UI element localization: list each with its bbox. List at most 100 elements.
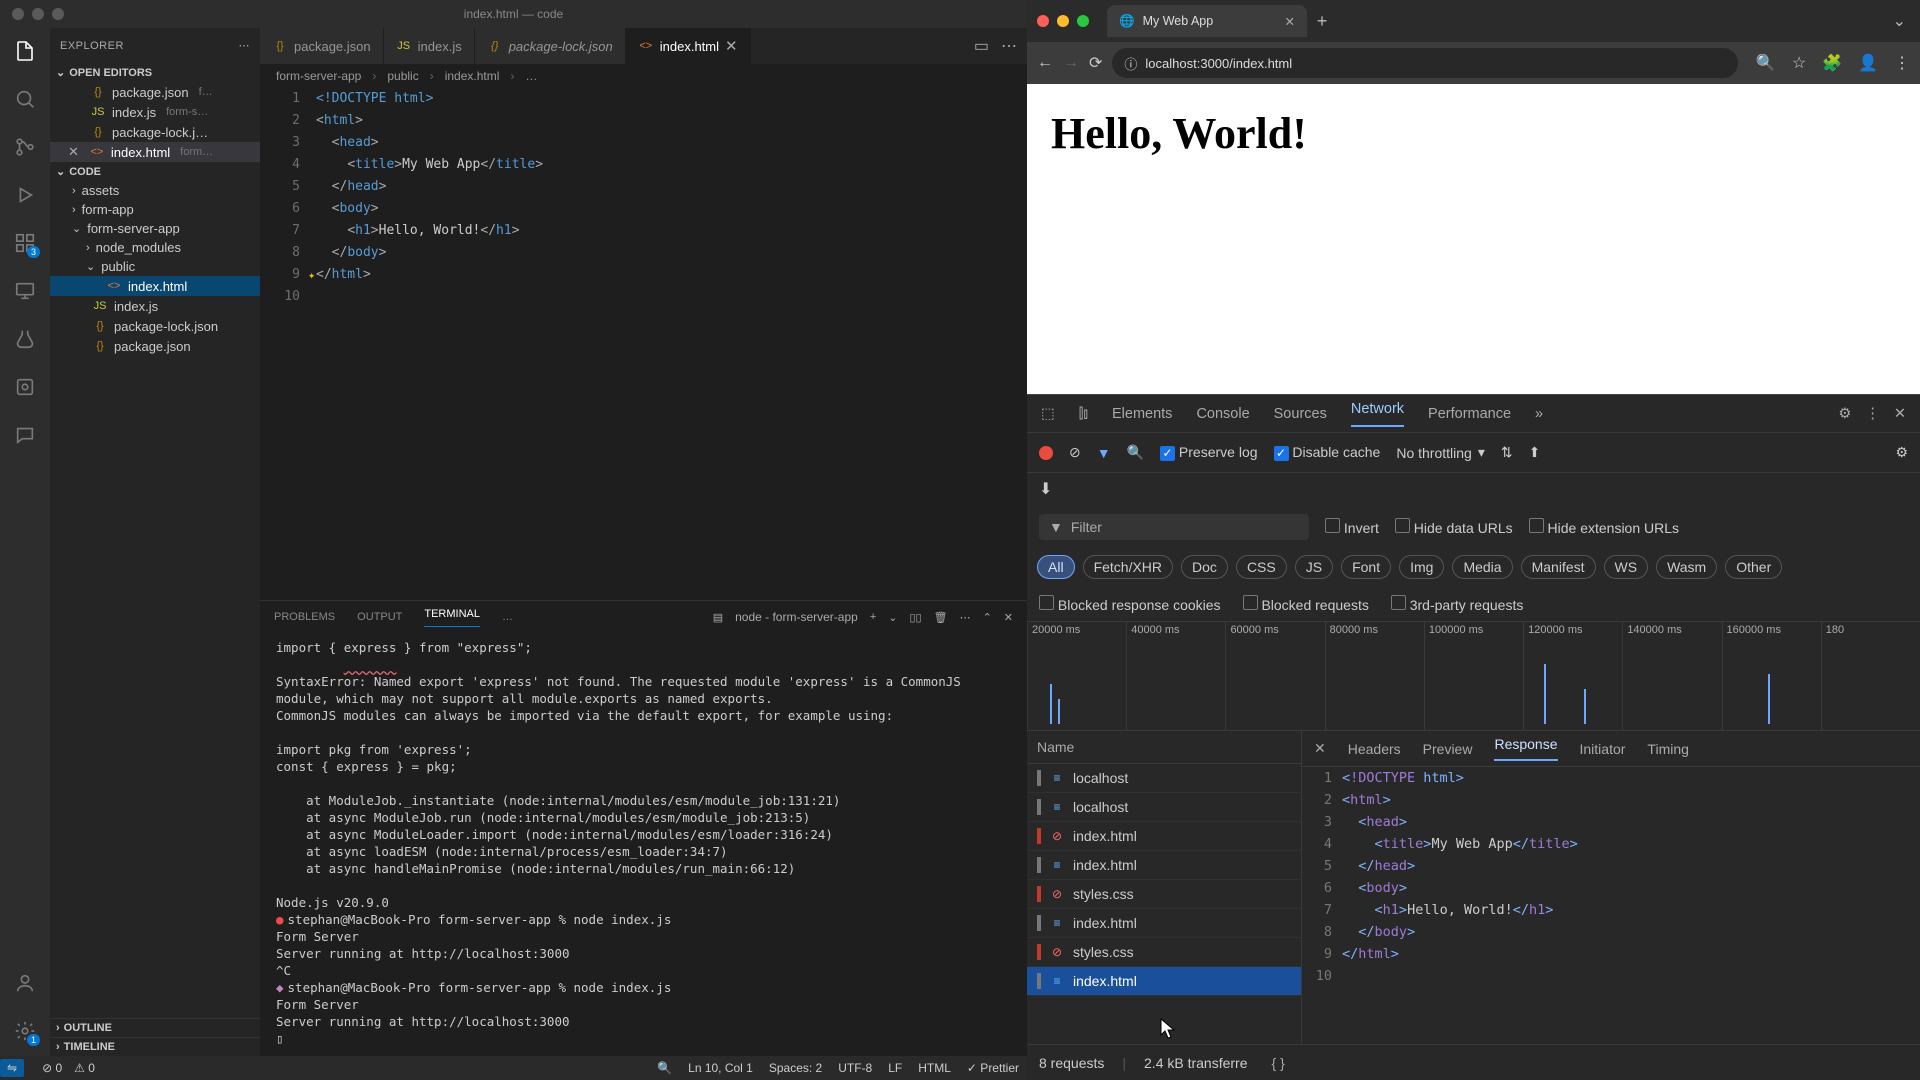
file-item[interactable]: {}package.json [50,336,260,356]
detail-tab-preview[interactable]: Preview [1423,741,1473,757]
filter-pill-fetch/xhr[interactable]: Fetch/XHR [1083,555,1173,579]
record-button[interactable] [1039,446,1053,460]
hide-ext-urls-checkbox[interactable]: Hide extension URLs [1529,518,1679,536]
panel-tab-output[interactable]: OUTPUT [357,611,402,623]
tab-elements[interactable]: Elements [1112,406,1172,422]
workspace-header[interactable]: ⌄CODE [50,162,260,181]
editor-tab[interactable]: {}package.json [260,28,384,64]
folder-item[interactable]: ⌄ public [50,257,260,276]
more-icon[interactable]: ⋯ [239,39,251,52]
split-terminal-icon[interactable]: ▯▯ [909,611,921,624]
close-devtools-icon[interactable]: ✕ [1894,406,1906,422]
network-settings-icon[interactable]: ⚙ [1895,444,1908,461]
search-icon[interactable] [12,86,38,112]
breadcrumb-item[interactable]: index.html [445,69,500,83]
blocked-cookies-checkbox[interactable]: Blocked response cookies [1039,595,1221,613]
open-editor-item[interactable]: {}package.jsonf… [50,82,260,102]
kill-terminal-icon[interactable]: 🗑 [934,611,948,624]
close-detail-icon[interactable]: ✕ [1314,740,1326,757]
request-row[interactable]: ≡localhost [1027,793,1301,822]
forward-button[interactable]: → [1063,54,1079,72]
run-debug-icon[interactable] [12,182,38,208]
request-row[interactable]: ⊘styles.css [1027,880,1301,909]
window-controls[interactable] [1037,15,1089,27]
new-tab-button[interactable]: + [1307,11,1337,32]
breadcrumb-item[interactable]: public [387,69,418,83]
profile-icon[interactable]: 👤 [1858,53,1878,73]
folder-item[interactable]: › assets [50,181,260,200]
settings-icon[interactable]: 1 [12,1018,38,1044]
inspect-icon[interactable]: ⬚ [1041,406,1055,422]
zoom-icon[interactable]: 🔍 [1756,53,1776,73]
request-row[interactable]: ≡index.html [1027,851,1301,880]
search-icon[interactable]: 🔍 [1127,444,1144,461]
split-editor-icon[interactable]: ▭ [974,36,989,56]
filter-pill-ws[interactable]: WS [1604,555,1649,579]
maximize-icon[interactable]: ⌃ [983,611,992,624]
filter-pill-font[interactable]: Font [1341,555,1391,579]
name-column-header[interactable]: Name [1027,731,1301,764]
comment-icon[interactable] [12,422,38,448]
status-eol[interactable]: LF [888,1061,902,1075]
filter-pill-css[interactable]: CSS [1236,555,1287,579]
source-control-icon[interactable] [12,134,38,160]
breadcrumb-item[interactable]: … [525,69,537,83]
close-tab-icon[interactable]: ✕ [1285,14,1295,29]
close-panel-icon[interactable]: ✕ [1004,611,1013,624]
status-errors[interactable]: ⊘ 0 [42,1061,62,1075]
clear-button[interactable]: ⊘ [1069,444,1081,461]
request-row[interactable]: ≡index.html [1027,909,1301,938]
file-item[interactable]: JSindex.js [50,296,260,316]
outline-header[interactable]: ›OUTLINE [50,1018,260,1037]
tab-overflow-icon[interactable]: ⌄ [1893,11,1906,31]
filter-icon[interactable]: ▼ [1097,445,1111,461]
close-icon[interactable]: ✕ [725,37,738,55]
status-lang[interactable]: HTML [918,1061,951,1075]
detail-tab-timing[interactable]: Timing [1647,741,1689,757]
gear-icon[interactable]: ⚙ [1838,406,1851,422]
site-info-icon[interactable]: ⓘ [1124,54,1137,73]
address-bar[interactable]: ⓘ localhost:3000/index.html [1112,48,1737,78]
status-zoom-icon[interactable]: 🔍 [657,1061,672,1075]
status-ln-col[interactable]: Ln 10, Col 1 [688,1061,753,1075]
tab-network[interactable]: Network [1351,401,1404,427]
status-encoding[interactable]: UTF-8 [838,1061,872,1075]
explorer-icon[interactable] [12,38,38,64]
status-spaces[interactable]: Spaces: 2 [769,1061,822,1075]
pretty-print-icon[interactable]: { } [1272,1055,1285,1071]
filter-pill-js[interactable]: JS [1295,555,1333,579]
filter-pill-wasm[interactable]: Wasm [1656,555,1717,579]
terminal-output[interactable]: import { express } from "express"; Synta… [260,633,1027,1056]
more-icon[interactable]: ⋯ [960,611,971,624]
request-row[interactable]: ⊘styles.css [1027,938,1301,967]
filter-pill-other[interactable]: Other [1725,555,1782,579]
kebab-icon[interactable]: ⋮ [1865,406,1880,422]
remote-explorer-icon[interactable] [12,278,38,304]
panel-tab-more[interactable]: … [502,611,513,623]
more-icon[interactable]: ⋯ [1001,36,1017,56]
request-row[interactable]: ≡localhost [1027,764,1301,793]
close-icon[interactable]: ✕ [68,144,79,160]
bookmark-icon[interactable]: ☆ [1792,53,1806,73]
bookmark-icon[interactable] [12,374,38,400]
third-party-checkbox[interactable]: 3rd-party requests [1391,595,1524,613]
folder-item[interactable]: › node_modules [50,238,260,257]
open-editor-item[interactable]: {}package-lock.j… [50,122,260,142]
throttling-select[interactable]: No throttling ▾ [1396,444,1485,461]
export-har-icon[interactable]: ⬇ [1039,481,1052,498]
open-editor-item[interactable]: JSindex.jsform-s… [50,102,260,122]
filter-pill-doc[interactable]: Doc [1181,555,1228,579]
open-editors-header[interactable]: ⌄OPEN EDITORS [50,63,260,82]
panel-tab-problems[interactable]: PROBLEMS [274,611,335,623]
file-item[interactable]: <>index.html [50,276,260,296]
more-tabs-icon[interactable]: » [1535,406,1543,422]
remote-indicator[interactable]: ⇋ [0,1059,24,1077]
back-button[interactable]: ← [1037,54,1053,72]
status-prettier[interactable]: ✓ Prettier [967,1061,1019,1075]
browser-tab[interactable]: 🌐 My Web App ✕ [1107,5,1307,37]
file-item[interactable]: {}package-lock.json [50,316,260,336]
filter-input[interactable]: ▼Filter [1039,514,1309,540]
disable-cache[interactable]: ✓ Disable cache [1274,444,1381,461]
detail-tab-initiator[interactable]: Initiator [1580,741,1626,757]
tab-performance[interactable]: Performance [1428,406,1511,422]
